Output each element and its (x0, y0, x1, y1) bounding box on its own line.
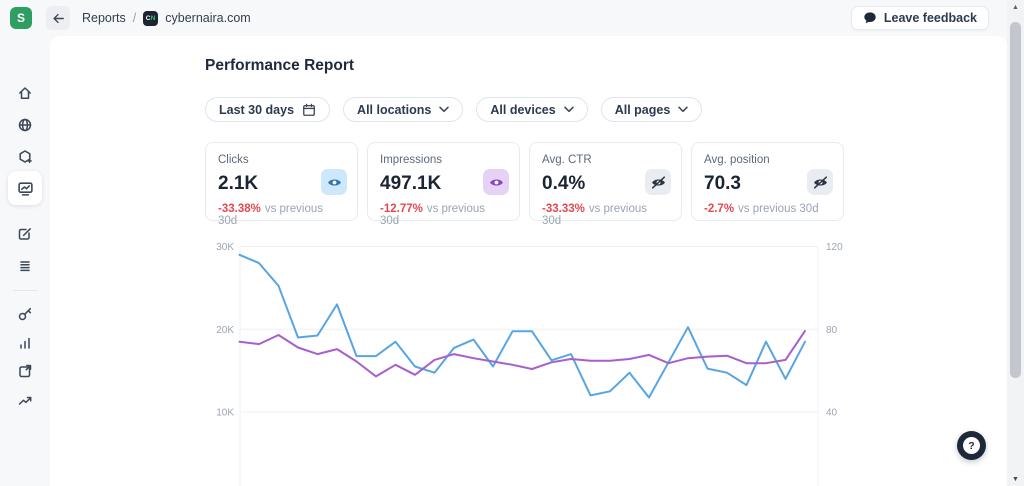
export-icon (19, 364, 32, 378)
sidebar-item-reports[interactable] (8, 171, 42, 205)
back-button[interactable] (46, 6, 70, 30)
back-arrow-icon (52, 13, 64, 23)
sidebar-item-keys[interactable] (10, 299, 40, 329)
breadcrumb-site: cybernaira.com (165, 11, 251, 25)
metric-delta-suffix: vs previous 30d (738, 203, 819, 215)
sidebar-item-stack[interactable] (10, 251, 40, 281)
leave-feedback-button[interactable]: Leave feedback (850, 6, 989, 30)
sidebar-item-compose[interactable] (10, 219, 40, 249)
breadcrumb-separator: / (132, 11, 137, 25)
question-mark-icon: ? (963, 437, 980, 454)
metric-label: Impressions (380, 154, 442, 166)
metric-delta: -2.7% (704, 203, 735, 215)
metric-label: Avg. position (704, 154, 770, 166)
metric-card-impressions: Impressions 497.1K -12.77% vs previous 30… (367, 142, 520, 227)
metric-delta: -33.38% (218, 203, 261, 215)
hexagon-plus-icon (19, 150, 32, 164)
filter-pages[interactable]: All pages (600, 97, 703, 122)
app-logo[interactable]: S (10, 7, 32, 29)
svg-text:120: 120 (826, 242, 843, 253)
leave-feedback-label: Leave feedback (883, 11, 977, 25)
report-monitor-icon (17, 181, 33, 196)
filter-locations-label: All locations (357, 102, 432, 117)
svg-text:20K: 20K (216, 325, 234, 336)
calendar-icon (303, 103, 315, 116)
eye-icon (327, 178, 341, 186)
breadcrumb: Reports / CN cybernaira.com (82, 0, 251, 36)
breadcrumb-reports[interactable]: Reports (82, 11, 126, 25)
filter-date-range-label: Last 30 days (219, 102, 295, 117)
performance-line-chart: 30K 20K 10K 120 80 40 (216, 242, 843, 486)
metric-visibility-toggle-1[interactable] (483, 169, 509, 195)
metric-label: Avg. CTR (542, 154, 592, 166)
sidebar-divider (13, 290, 37, 291)
eye-icon (489, 178, 503, 186)
topbar: S Reports / CN cybernaira.com Leave feed… (0, 0, 1007, 36)
app-logo-letter: S (16, 11, 25, 25)
sidebar-item-home[interactable] (10, 78, 40, 108)
filter-devices-label: All devices (490, 102, 556, 117)
metric-card-avg-ctr: Avg. CTR 0.4% -33.33% vs previous 30d (529, 142, 682, 227)
scroll-up-arrow[interactable]: ▲ (1007, 4, 1024, 11)
metric-visibility-toggle-3[interactable] (807, 169, 833, 195)
trend-icon (18, 396, 32, 405)
svg-text:10K: 10K (216, 408, 234, 419)
svg-text:30K: 30K (216, 242, 234, 253)
chevron-down-icon (678, 106, 689, 113)
scrollbar-thumb[interactable] (1010, 22, 1021, 378)
svg-text:40: 40 (826, 408, 838, 419)
page-title: Performance Report (205, 57, 355, 74)
chevron-down-icon (563, 106, 574, 113)
filter-bar: Last 30 days All locations All devices A… (205, 97, 703, 122)
eye-off-icon (813, 175, 827, 189)
filter-date-range[interactable]: Last 30 days (205, 97, 331, 122)
filter-locations[interactable]: All locations (343, 97, 464, 122)
performance-chart: 30K 20K 10K 120 80 40 (200, 240, 860, 486)
chevron-down-icon (439, 106, 450, 113)
compose-icon (18, 228, 31, 240)
metric-delta: -33.33% (542, 203, 585, 215)
bar-chart-icon (20, 337, 30, 349)
vertical-scrollbar[interactable]: ▲ ▼ (1007, 0, 1024, 486)
scroll-down-arrow[interactable]: ▼ (1007, 476, 1024, 483)
eye-off-icon (651, 175, 665, 189)
stack-icon (20, 261, 30, 272)
site-favicon: CN (143, 10, 159, 26)
metric-delta: -12.77% (380, 203, 423, 215)
key-icon (18, 307, 32, 321)
help-button[interactable]: ? (957, 431, 986, 460)
metric-visibility-toggle-0[interactable] (321, 169, 347, 195)
metric-cards: Clicks 2.1K -33.38% vs previous 30d Impre… (205, 142, 844, 227)
filter-pages-label: All pages (614, 102, 671, 117)
globe-icon (18, 118, 32, 132)
home-icon (19, 87, 31, 99)
metric-card-clicks: Clicks 2.1K -33.38% vs previous 30d (205, 142, 358, 227)
sidebar-item-growth[interactable] (10, 385, 40, 415)
sidebar-item-export[interactable] (10, 356, 40, 386)
sidebar-item-globe[interactable] (10, 110, 40, 140)
sidebar (0, 36, 50, 486)
speech-bubble-icon (864, 12, 876, 24)
svg-text:80: 80 (826, 325, 838, 336)
filter-devices[interactable]: All devices (476, 97, 588, 122)
metric-label: Clicks (218, 154, 249, 166)
metric-card-avg-position: Avg. position 70.3 -2.7% vs previous 30d (691, 142, 844, 221)
sidebar-item-analytics[interactable] (10, 328, 40, 358)
sidebar-item-projects[interactable] (10, 142, 40, 172)
metric-visibility-toggle-2[interactable] (645, 169, 671, 195)
